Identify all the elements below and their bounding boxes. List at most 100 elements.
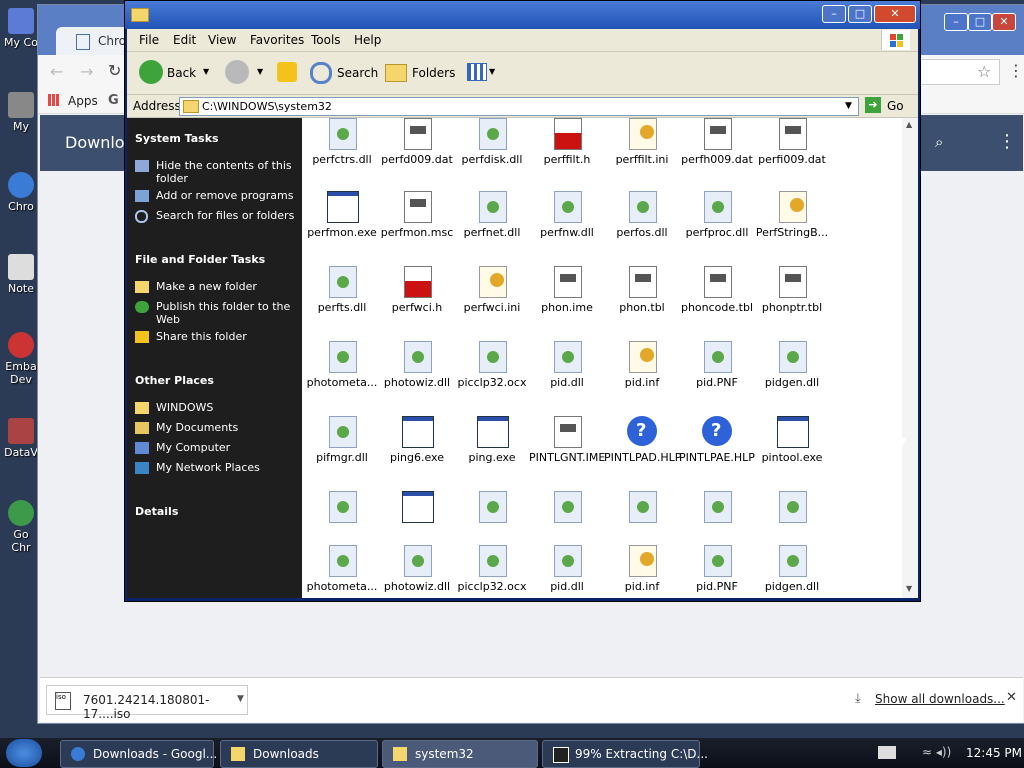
file-item[interactable]: pid.PNF (679, 341, 755, 411)
explorer-maximize-button[interactable]: □ (848, 5, 872, 23)
reload-icon[interactable]: ↻ (108, 61, 121, 80)
forward-icon[interactable] (225, 60, 249, 84)
bookmark-apps[interactable]: Apps (68, 94, 98, 108)
file-item[interactable]: perfproc.dll (679, 191, 755, 261)
chrome-close-button[interactable]: ✕ (992, 13, 1016, 31)
back-arrow-icon[interactable]: ← (50, 62, 63, 81)
chrome-minimize-button[interactable]: – (944, 13, 968, 31)
vertical-scrollbar[interactable]: ▲ ▼ (902, 118, 918, 598)
file-item[interactable]: perfnet.dll (454, 191, 530, 261)
search-icon[interactable]: ⌕ (935, 133, 943, 151)
show-all-downloads-link[interactable]: Show all downloads... (875, 692, 1005, 706)
file-item[interactable]: phoncode.tbl (679, 266, 755, 336)
folders-button-label[interactable]: Folders (412, 66, 455, 80)
tray-icons[interactable]: ≈ ◂)) (922, 745, 951, 759)
file-item[interactable]: ? PINTLPAD.HLP (604, 416, 680, 486)
desktop-icon-chrome[interactable]: Chro (0, 172, 42, 213)
go-button-label[interactable]: Go (887, 99, 904, 113)
file-item[interactable]: photometa... (304, 545, 380, 598)
address-input[interactable]: C:\WINDOWS\system32 ▼ (179, 97, 859, 116)
desktop-icon-embarcadero[interactable]: Emba Dev (0, 332, 42, 386)
file-item[interactable]: perffilt.h (529, 118, 605, 188)
forward-arrow-icon[interactable]: → (80, 62, 93, 81)
menu-edit[interactable]: Edit (173, 33, 196, 47)
file-item[interactable]: ? PINTLPAE.HLP (679, 416, 755, 486)
file-item[interactable]: PerfStringB... (754, 191, 830, 261)
file-item[interactable]: perfnw.dll (529, 191, 605, 261)
chevron-down-icon[interactable]: ▼ (237, 694, 244, 704)
menu-favorites[interactable]: Favorites (250, 33, 304, 47)
scroll-down-icon[interactable]: ▼ (906, 584, 912, 593)
desktop-icon-google-chrome[interactable]: Go Chr (0, 500, 42, 554)
other-places-heading[interactable]: Other Places (135, 374, 214, 387)
file-folder-tasks-heading[interactable]: File and Folder Tasks (135, 253, 265, 266)
downloads-menu-icon[interactable]: ⋮ (998, 131, 1016, 152)
back-dropdown-icon[interactable]: ▼ (203, 67, 209, 76)
file-item[interactable]: perfi009.dat (754, 118, 830, 188)
place-my-documents[interactable]: My Documents (156, 421, 296, 434)
chrome-maximize-button[interactable]: □ (968, 13, 992, 31)
file-item[interactable]: photowiz.dll (379, 545, 455, 598)
file-item[interactable]: perfwci.h (379, 266, 455, 336)
file-item[interactable]: perfmon.exe (304, 191, 380, 261)
place-my-computer[interactable]: My Computer (156, 441, 296, 454)
file-item[interactable]: perfctrs.dll (304, 118, 380, 188)
menu-tools[interactable]: Tools (311, 33, 341, 47)
file-item[interactable]: phon.tbl (604, 266, 680, 336)
desktop-icon-my-computer[interactable]: My Co (0, 8, 42, 49)
task-search-files[interactable]: Search for files or folders (156, 209, 296, 222)
menu-help[interactable]: Help (354, 33, 381, 47)
file-item[interactable]: pintool.exe (754, 416, 830, 486)
file-item[interactable]: phonptr.tbl (754, 266, 830, 336)
file-item[interactable]: perfos.dll (604, 191, 680, 261)
address-dropdown-icon[interactable]: ▼ (845, 101, 852, 111)
file-item[interactable]: perffilt.ini (604, 118, 680, 188)
start-button-icon[interactable] (6, 739, 42, 767)
file-item[interactable]: perfmon.msc (379, 191, 455, 261)
star-icon[interactable]: ☆ (977, 62, 991, 81)
file-item[interactable]: pid.dll (529, 545, 605, 598)
file-item[interactable]: perfts.dll (304, 266, 380, 336)
task-hide-contents[interactable]: Hide the contents of this folder (156, 159, 296, 185)
up-folder-icon[interactable] (277, 62, 297, 82)
taskbar-item-chrome-downloads[interactable]: Downloads - Googl... (60, 740, 217, 768)
scroll-up-icon[interactable]: ▲ (906, 120, 912, 129)
file-item[interactable]: perfdisk.dll (454, 118, 530, 188)
file-item[interactable]: picclp32.ocx (454, 545, 530, 598)
menu-view[interactable]: View (208, 33, 236, 47)
task-add-remove-programs[interactable]: Add or remove programs (156, 189, 296, 202)
menu-file[interactable]: File (139, 33, 159, 47)
forward-dropdown-icon[interactable]: ▼ (257, 67, 263, 76)
back-icon[interactable] (139, 60, 163, 84)
file-item[interactable]: pid.dll (529, 341, 605, 411)
desktop-icon-datav[interactable]: DataV (0, 418, 42, 459)
file-item[interactable]: pifmgr.dll (304, 416, 380, 486)
views-dropdown-icon[interactable]: ▼ (489, 67, 495, 76)
go-arrow-icon[interactable]: ➜ (865, 97, 881, 113)
omnibox[interactable]: ☆ (918, 59, 1000, 85)
search-button-label[interactable]: Search (337, 66, 378, 80)
taskbar-clock[interactable]: 12:45 PM (966, 746, 1022, 760)
download-item[interactable]: iso 7601.24214.180801-17....iso ▼ (46, 685, 248, 721)
file-item[interactable]: ping.exe (454, 416, 530, 486)
file-item[interactable]: PINTLGNT.IME (529, 416, 605, 486)
file-item[interactable]: pid.inf (604, 341, 680, 411)
task-make-new-folder[interactable]: Make a new folder (156, 280, 296, 293)
file-item[interactable]: photowiz.dll (379, 341, 455, 411)
taskbar-item-7zip[interactable]: 99% Extracting C:\D... (542, 740, 708, 768)
explorer-minimize-button[interactable]: – (822, 5, 846, 23)
file-item[interactable]: pid.inf (604, 545, 680, 598)
desktop-icon-notepad[interactable]: Note (0, 254, 42, 295)
file-item[interactable]: pidgen.dll (754, 341, 830, 411)
close-shelf-icon[interactable]: ✕ (1006, 690, 1017, 705)
file-item[interactable]: perfd009.dat (379, 118, 455, 188)
system-tasks-heading[interactable]: System Tasks (135, 132, 219, 145)
details-heading[interactable]: Details (135, 505, 178, 518)
task-publish-web[interactable]: Publish this folder to the Web (156, 300, 296, 326)
file-item[interactable]: photometa... (304, 341, 380, 411)
keyboard-icon[interactable] (878, 746, 896, 759)
desktop-icon-my[interactable]: My (0, 92, 42, 133)
file-item[interactable]: phon.ime (529, 266, 605, 336)
task-share-folder[interactable]: Share this folder (156, 330, 296, 343)
google-bookmark-icon[interactable]: G (108, 93, 119, 108)
